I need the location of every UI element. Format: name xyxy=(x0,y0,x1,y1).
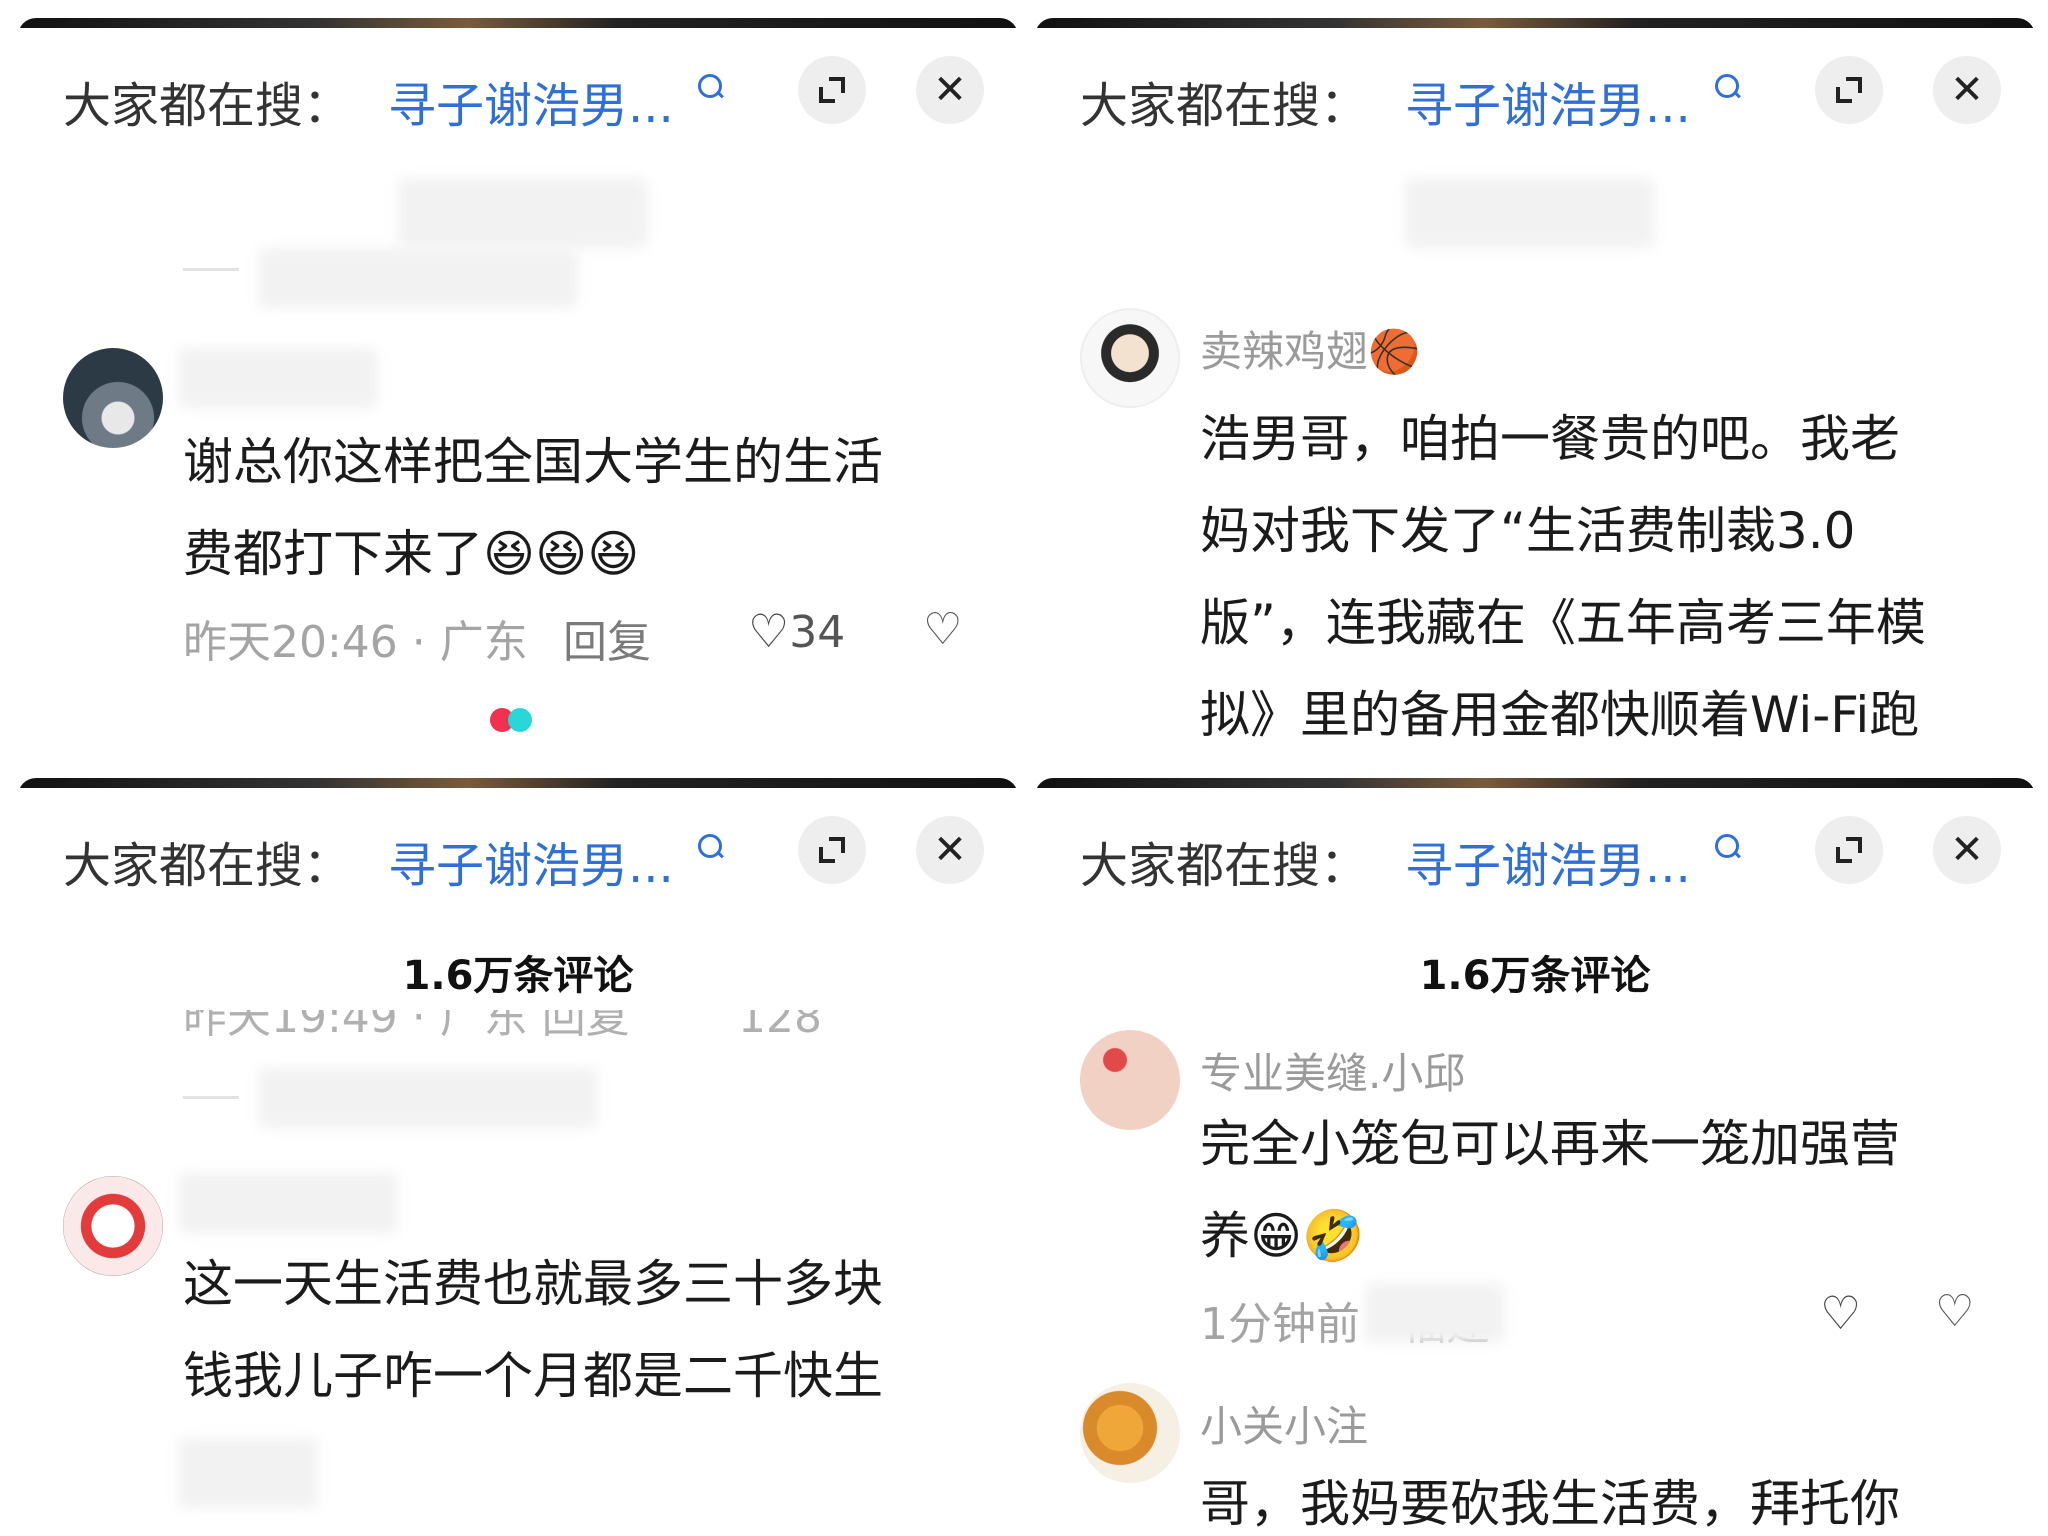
comments-count-header: 1.6万条评论 xyxy=(402,953,634,999)
expand-button[interactable] xyxy=(1815,816,1883,884)
blurred-region xyxy=(178,1438,318,1508)
dot xyxy=(508,708,532,732)
comment-text: 谢总你这样把全国大学生的生活 费都打下来了😆😆😆 xyxy=(183,416,883,600)
search-suggestion-link[interactable]: 寻子谢浩男... xyxy=(1405,66,1691,136)
blurred-username xyxy=(178,1173,398,1233)
close-button[interactable]: ✕ xyxy=(916,56,984,124)
loading-dots xyxy=(490,708,532,736)
search-prefix: 大家都在搜： xyxy=(1080,78,1369,134)
avatar[interactable] xyxy=(63,348,163,448)
divider xyxy=(183,268,239,271)
comment-line: 养😁🤣 xyxy=(1200,1190,1900,1282)
dislike-heart-icon[interactable]: ♡ xyxy=(923,604,962,655)
search-icon[interactable] xyxy=(1715,74,1739,98)
search-bar[interactable]: 大家都在搜： 寻子谢浩男... ✕ xyxy=(1035,798,2035,898)
dislike-heart-icon[interactable]: ♡ xyxy=(1935,1286,1974,1337)
search-suggestion-link[interactable]: 寻子谢浩男... xyxy=(388,66,674,136)
comment-panel-1: 大家都在搜： 寻子谢浩男... ✕ 谢总你这样把全国大学生的生活 费都打下来了😆… xyxy=(18,18,1018,776)
username[interactable]: 小关小注 xyxy=(1200,1393,1368,1454)
like-count: 34 xyxy=(789,607,846,658)
avatar[interactable] xyxy=(1080,1030,1180,1130)
comments-count-header: 1.6万条评论 xyxy=(1419,953,1651,999)
heart-icon: ♡ xyxy=(1820,1286,1862,1340)
expand-button[interactable] xyxy=(798,56,866,124)
comment-panel-2: 大家都在搜： 寻子谢浩男... ✕ 卖辣鸡翅🏀 浩男哥，咱拍一餐贵的吧。我老 妈… xyxy=(1035,18,2035,776)
expand-button[interactable] xyxy=(1815,56,1883,124)
comment-line-text: 费都打下来了 xyxy=(183,525,483,583)
emoji-grin-laugh: 😁🤣 xyxy=(1250,1207,1365,1265)
comment-text: 这一天生活费也就最多三十多块 钱我儿子咋一个月都是二千快生 xyxy=(183,1238,883,1422)
comment-line: 版”，连我藏在《五年高考三年模 xyxy=(1200,594,1926,652)
close-button[interactable]: ✕ xyxy=(1933,56,2001,124)
close-icon: ✕ xyxy=(1950,827,1984,873)
blurred-region xyxy=(1365,1283,1505,1343)
comment-line: 拟》里的备用金都快顺着Wi-Fi跑 xyxy=(1200,686,1920,744)
search-icon[interactable] xyxy=(1715,834,1739,858)
comment-line: 哥，我妈要砍我生活费，拜托你 xyxy=(1200,1475,1900,1533)
blurred-region xyxy=(1405,178,1655,248)
avatar[interactable] xyxy=(1080,1383,1180,1483)
expand-icon xyxy=(819,837,845,863)
expand-icon xyxy=(819,77,845,103)
comment-line: 浩男哥，咱拍一餐贵的吧。我老 xyxy=(1200,410,1900,468)
close-icon: ✕ xyxy=(933,67,967,113)
reply-button[interactable]: 回复 xyxy=(563,606,651,670)
search-icon[interactable] xyxy=(698,74,722,98)
search-suggestion-link[interactable]: 寻子谢浩男... xyxy=(1405,826,1691,896)
search-bar[interactable]: 大家都在搜： 寻子谢浩男... ✕ xyxy=(18,38,1018,138)
close-button[interactable]: ✕ xyxy=(916,816,984,884)
search-prefix: 大家都在搜： xyxy=(1080,838,1369,894)
search-prefix: 大家都在搜： xyxy=(63,78,352,134)
comment-text: 完全小笼包可以再来一笼加强营 养😁🤣 xyxy=(1200,1098,1900,1282)
comment-panel-3: 大家都在搜： 寻子谢浩男... ✕ 1.6万条评论 昨天19:49 · 广东 回… xyxy=(18,778,1018,1536)
search-icon[interactable] xyxy=(698,834,722,858)
close-button[interactable]: ✕ xyxy=(1933,816,2001,884)
expand-icon xyxy=(1836,77,1862,103)
emoji-laughing: 😆😆😆 xyxy=(483,525,640,583)
search-prefix: 大家都在搜： xyxy=(63,838,352,894)
comment-panel-4: 大家都在搜： 寻子谢浩男... ✕ 1.6万条评论 专业美缝.小邱 完全小笼包可… xyxy=(1035,778,2035,1536)
search-bar[interactable]: 大家都在搜： 寻子谢浩男... ✕ xyxy=(18,798,1018,898)
basketball-icon: 🏀 xyxy=(1368,327,1421,376)
comment-text: 浩男哥，咱拍一餐贵的吧。我老 妈对我下发了“生活费制裁3.0 版”，连我藏在《五… xyxy=(1200,393,1926,761)
divider xyxy=(183,1096,239,1099)
blurred-region xyxy=(258,1068,598,1128)
search-bar[interactable]: 大家都在搜： 寻子谢浩男... ✕ xyxy=(1035,38,2035,138)
expand-button[interactable] xyxy=(798,816,866,884)
expand-icon xyxy=(1836,837,1862,863)
comment-line: 谢总你这样把全国大学生的生活 xyxy=(183,433,883,491)
blurred-username xyxy=(178,348,378,408)
username[interactable]: 专业美缝.小邱 xyxy=(1200,1040,1465,1101)
comment-line-text: 养 xyxy=(1200,1207,1250,1265)
comment-text: 哥，我妈要砍我生活费，拜托你 xyxy=(1200,1458,1900,1536)
comment-time-location: 昨天20:46 · 广东 xyxy=(183,617,528,668)
like-button[interactable]: ♡ xyxy=(1820,1286,1861,1340)
username-text: 卖辣鸡翅 xyxy=(1200,327,1369,376)
close-icon: ✕ xyxy=(1950,67,1984,113)
comment-line: 这一天生活费也就最多三十多块 xyxy=(183,1255,883,1313)
close-icon: ✕ xyxy=(933,827,967,873)
comment-line: 妈对我下发了“生活费制裁3.0 xyxy=(1200,502,1856,560)
avatar[interactable] xyxy=(1080,308,1180,408)
blurred-region xyxy=(398,178,648,248)
blurred-region xyxy=(258,248,578,308)
previous-like-count: 128 xyxy=(738,1010,822,1036)
heart-icon: ♡ xyxy=(748,604,790,658)
comment-line: 完全小笼包可以再来一笼加强营 xyxy=(1200,1115,1900,1173)
username[interactable]: 卖辣鸡翅🏀 xyxy=(1200,318,1420,379)
like-button[interactable]: ♡34 xyxy=(748,604,845,658)
comment-line: 费都打下来了😆😆😆 xyxy=(183,508,883,600)
previous-comment-meta: 昨天19:49 · 广东 回复 xyxy=(183,1010,630,1036)
avatar[interactable] xyxy=(63,1176,163,1276)
search-suggestion-link[interactable]: 寻子谢浩男... xyxy=(388,826,674,896)
comment-line: 钱我儿子咋一个月都是二千快生 xyxy=(183,1347,883,1405)
